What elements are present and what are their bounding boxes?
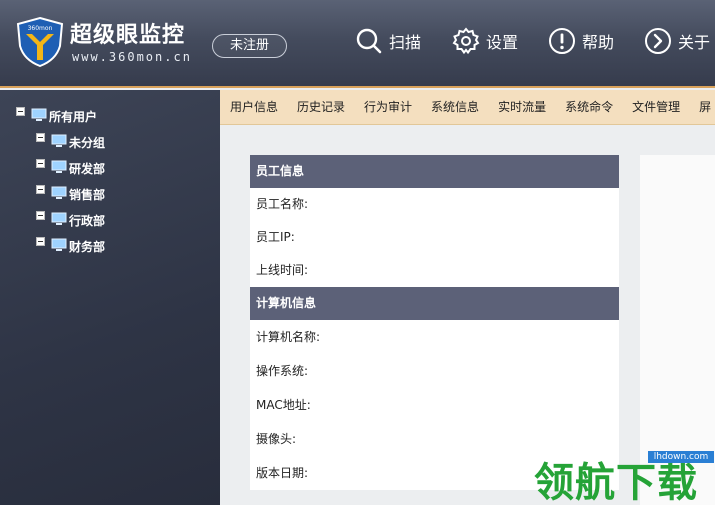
computer-name-field: 计算机名称: (256, 330, 321, 344)
tree-node-label: 财务部 (69, 240, 106, 254)
mac-address-field: MAC地址: (256, 398, 311, 412)
nav-settings-label: 设置 (486, 33, 519, 52)
employee-name-field: 员工名称: (256, 197, 309, 211)
tree-node-group[interactable]: 研发部 (36, 159, 106, 177)
tab-user-info[interactable]: 用户信息 (230, 90, 278, 124)
nav-about-button[interactable]: 关于 (644, 26, 710, 56)
computer-icon (51, 134, 67, 147)
tree-node-group[interactable]: 财务部 (36, 237, 106, 255)
computer-icon (51, 238, 67, 251)
tree-node-label: 未分组 (69, 136, 106, 150)
tree-node-label: 研发部 (69, 162, 106, 176)
user-tree-sidebar: 所有用户 未分组 研发部 销售部 行政部 财务部 (0, 90, 220, 505)
chevron-right-icon (645, 28, 671, 54)
collapse-icon[interactable] (36, 185, 45, 194)
collapse-icon[interactable] (36, 237, 45, 246)
tab-system-command[interactable]: 系统命令 (565, 90, 613, 124)
app-subtitle: www.360mon.cn (72, 50, 192, 64)
logo-shield-icon: 360mon (16, 16, 64, 68)
employee-info-heading: 员工信息 (250, 155, 619, 188)
watermark-url: lhdown.com (648, 451, 714, 463)
tab-screen[interactable]: 屏 (699, 90, 711, 124)
nav-scan-label: 扫描 (389, 33, 422, 52)
computer-icon (51, 212, 67, 225)
app-title: 超级眼监控 (70, 23, 186, 48)
tab-system-info[interactable]: 系统信息 (431, 90, 479, 124)
computer-info-heading: 计算机信息 (250, 287, 619, 320)
online-time-field: 上线时间: (256, 263, 309, 277)
tree-node-group[interactable]: 销售部 (36, 185, 106, 203)
main-content: 员工信息 员工名称: 员工IP: 上线时间: 计算机信息 计算机名称: 操作系统… (220, 125, 715, 505)
tree-node-root[interactable]: 所有用户 (16, 107, 98, 125)
nav-about-label: 关于 (678, 33, 711, 52)
user-info-panel: 员工信息 员工名称: 员工IP: 上线时间: 计算机信息 计算机名称: 操作系统… (250, 155, 619, 490)
app-header: 360mon 超级眼监控 www.360mon.cn 未注册 扫描 设置 帮助 (0, 0, 715, 88)
register-button[interactable]: 未注册 (212, 34, 287, 58)
gear-icon (452, 27, 480, 55)
nav-help-label: 帮助 (582, 33, 615, 52)
nav-scan-button[interactable]: 扫描 (355, 26, 421, 56)
computer-icon (51, 186, 67, 199)
collapse-icon[interactable] (36, 211, 45, 220)
search-icon (356, 28, 382, 54)
tree-node-label: 所有用户 (49, 110, 98, 124)
tab-file-manager[interactable]: 文件管理 (632, 90, 680, 124)
tree-node-group[interactable]: 未分组 (36, 133, 106, 151)
os-field: 操作系统: (256, 364, 309, 378)
logo-badge-text: 360mon (28, 25, 53, 32)
employee-ip-field: 员工IP: (256, 230, 295, 244)
tab-history[interactable]: 历史记录 (297, 90, 345, 124)
collapse-icon[interactable] (36, 133, 45, 142)
computer-icon (31, 108, 47, 121)
tree-node-label: 销售部 (69, 188, 106, 202)
nav-help-button[interactable]: 帮助 (548, 26, 614, 56)
tree-node-group[interactable]: 行政部 (36, 211, 106, 229)
collapse-icon[interactable] (16, 107, 25, 116)
collapse-icon[interactable] (36, 159, 45, 168)
tab-realtime-traffic[interactable]: 实时流量 (498, 90, 546, 124)
tree-node-label: 行政部 (69, 214, 106, 228)
tab-behavior-audit[interactable]: 行为审计 (364, 90, 412, 124)
computer-icon (51, 160, 67, 173)
function-tab-bar: 用户信息 历史记录 行为审计 系统信息 实时流量 系统命令 文件管理屏 (220, 90, 715, 125)
nav-settings-button[interactable]: 设置 (452, 26, 518, 56)
help-icon (549, 28, 575, 54)
